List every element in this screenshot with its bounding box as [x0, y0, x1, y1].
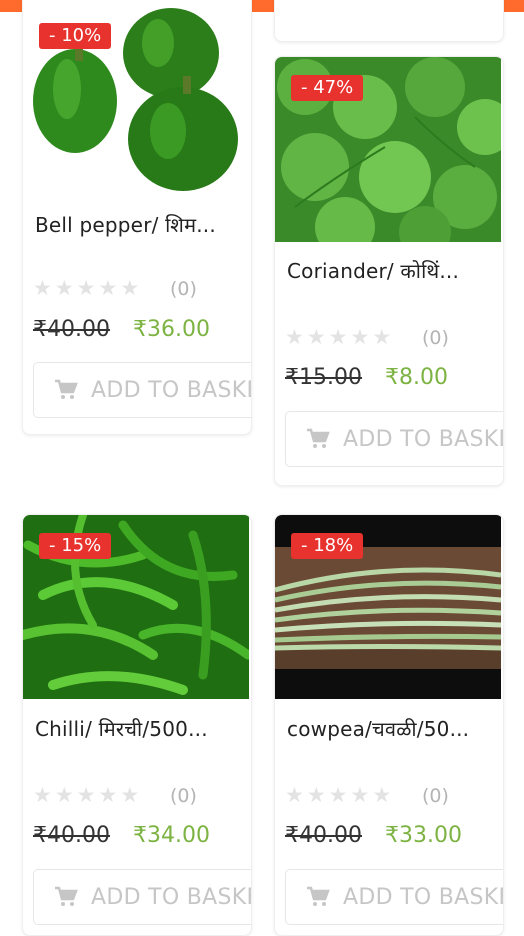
star-icon: ★ — [350, 325, 370, 349]
add-to-basket-label: ADD TO BASKET — [91, 884, 251, 910]
add-to-basket-button[interactable]: ADD TO BASKET — [285, 869, 503, 925]
star-icon: ★ — [285, 783, 304, 807]
product-title[interactable]: cowpea/चवळी/50... — [287, 715, 499, 742]
star-icon: ★ — [328, 783, 348, 807]
rating-stars: ★ ★ ★ ★ ★ — [285, 325, 394, 349]
product-image[interactable]: - 15% — [23, 515, 249, 699]
cart-icon — [307, 886, 330, 906]
cart-icon — [307, 428, 330, 448]
original-price: ₹40.00 — [33, 317, 110, 342]
star-icon: ★ — [285, 325, 304, 349]
star-icon: ★ — [98, 783, 118, 807]
product-card[interactable]: - 15% Chilli/ मिरची/500... ★ ★ ★ ★ ★ (0)… — [22, 514, 252, 936]
star-icon: ★ — [350, 783, 370, 807]
product-title[interactable]: Chilli/ मिरची/500... — [35, 715, 247, 742]
star-icon: ★ — [54, 276, 74, 300]
discount-badge: - 47% — [291, 75, 364, 101]
original-price: ₹40.00 — [33, 823, 110, 848]
original-price: ₹15.00 — [285, 365, 362, 390]
product-title[interactable]: Coriander/ कोथिं... — [287, 257, 499, 284]
add-to-basket-button[interactable]: ADD TO BASKET — [33, 869, 251, 925]
discount-badge: - 18% — [291, 533, 364, 559]
star-icon: ★ — [372, 325, 392, 349]
product-card[interactable]: - 47% Coriander/ कोथिं... ★ ★ ★ ★ ★ (0) … — [274, 56, 504, 486]
discount-badge: - 15% — [39, 533, 112, 559]
add-to-basket-button[interactable]: ADD TO BASKET — [285, 411, 503, 467]
product-title[interactable]: Bell pepper/ शिम... — [35, 211, 247, 238]
rating-stars: ★ ★ ★ ★ ★ — [285, 783, 394, 807]
star-icon: ★ — [120, 276, 140, 300]
star-icon: ★ — [306, 783, 326, 807]
star-icon: ★ — [98, 276, 118, 300]
add-to-basket-button[interactable]: ADD TO BASKET — [33, 362, 251, 418]
rating-stars: ★ ★ ★ ★ ★ — [33, 276, 142, 300]
product-image[interactable]: - 47% — [275, 57, 501, 242]
review-count: (0) — [422, 327, 449, 349]
star-icon: ★ — [33, 783, 52, 807]
star-icon: ★ — [76, 783, 96, 807]
star-icon: ★ — [306, 325, 326, 349]
original-price: ₹40.00 — [285, 823, 362, 848]
star-icon: ★ — [76, 276, 96, 300]
product-card[interactable]: - 18% cowpea/चवळी/50... ★ ★ ★ ★ ★ (0) ₹4… — [274, 514, 504, 936]
review-count: (0) — [170, 785, 197, 807]
product-image[interactable]: - 10% — [23, 0, 249, 193]
star-icon: ★ — [120, 783, 140, 807]
sale-price: ₹33.00 — [385, 823, 462, 848]
star-icon: ★ — [33, 276, 52, 300]
add-to-basket-label: ADD TO BASKET — [91, 377, 251, 403]
review-count: (0) — [422, 785, 449, 807]
add-to-basket-label: ADD TO BASKET — [343, 884, 503, 910]
sale-price: ₹36.00 — [133, 317, 210, 342]
sale-price: ₹8.00 — [385, 365, 448, 390]
star-icon: ★ — [328, 325, 348, 349]
star-icon: ★ — [54, 783, 74, 807]
product-card[interactable]: - 10% Bell pepper/ शिम... ★ ★ ★ ★ ★ (0) … — [22, 0, 252, 435]
review-count: (0) — [170, 278, 197, 300]
rating-stars: ★ ★ ★ ★ ★ — [33, 783, 142, 807]
add-to-basket-label: ADD TO BASKET — [343, 426, 503, 452]
cart-icon — [55, 886, 78, 906]
product-card-partial[interactable] — [274, 0, 504, 42]
discount-badge: - 10% — [39, 23, 112, 49]
product-image[interactable]: - 18% — [275, 515, 501, 699]
star-icon: ★ — [372, 783, 392, 807]
sale-price: ₹34.00 — [133, 823, 210, 848]
cart-icon — [55, 379, 78, 399]
